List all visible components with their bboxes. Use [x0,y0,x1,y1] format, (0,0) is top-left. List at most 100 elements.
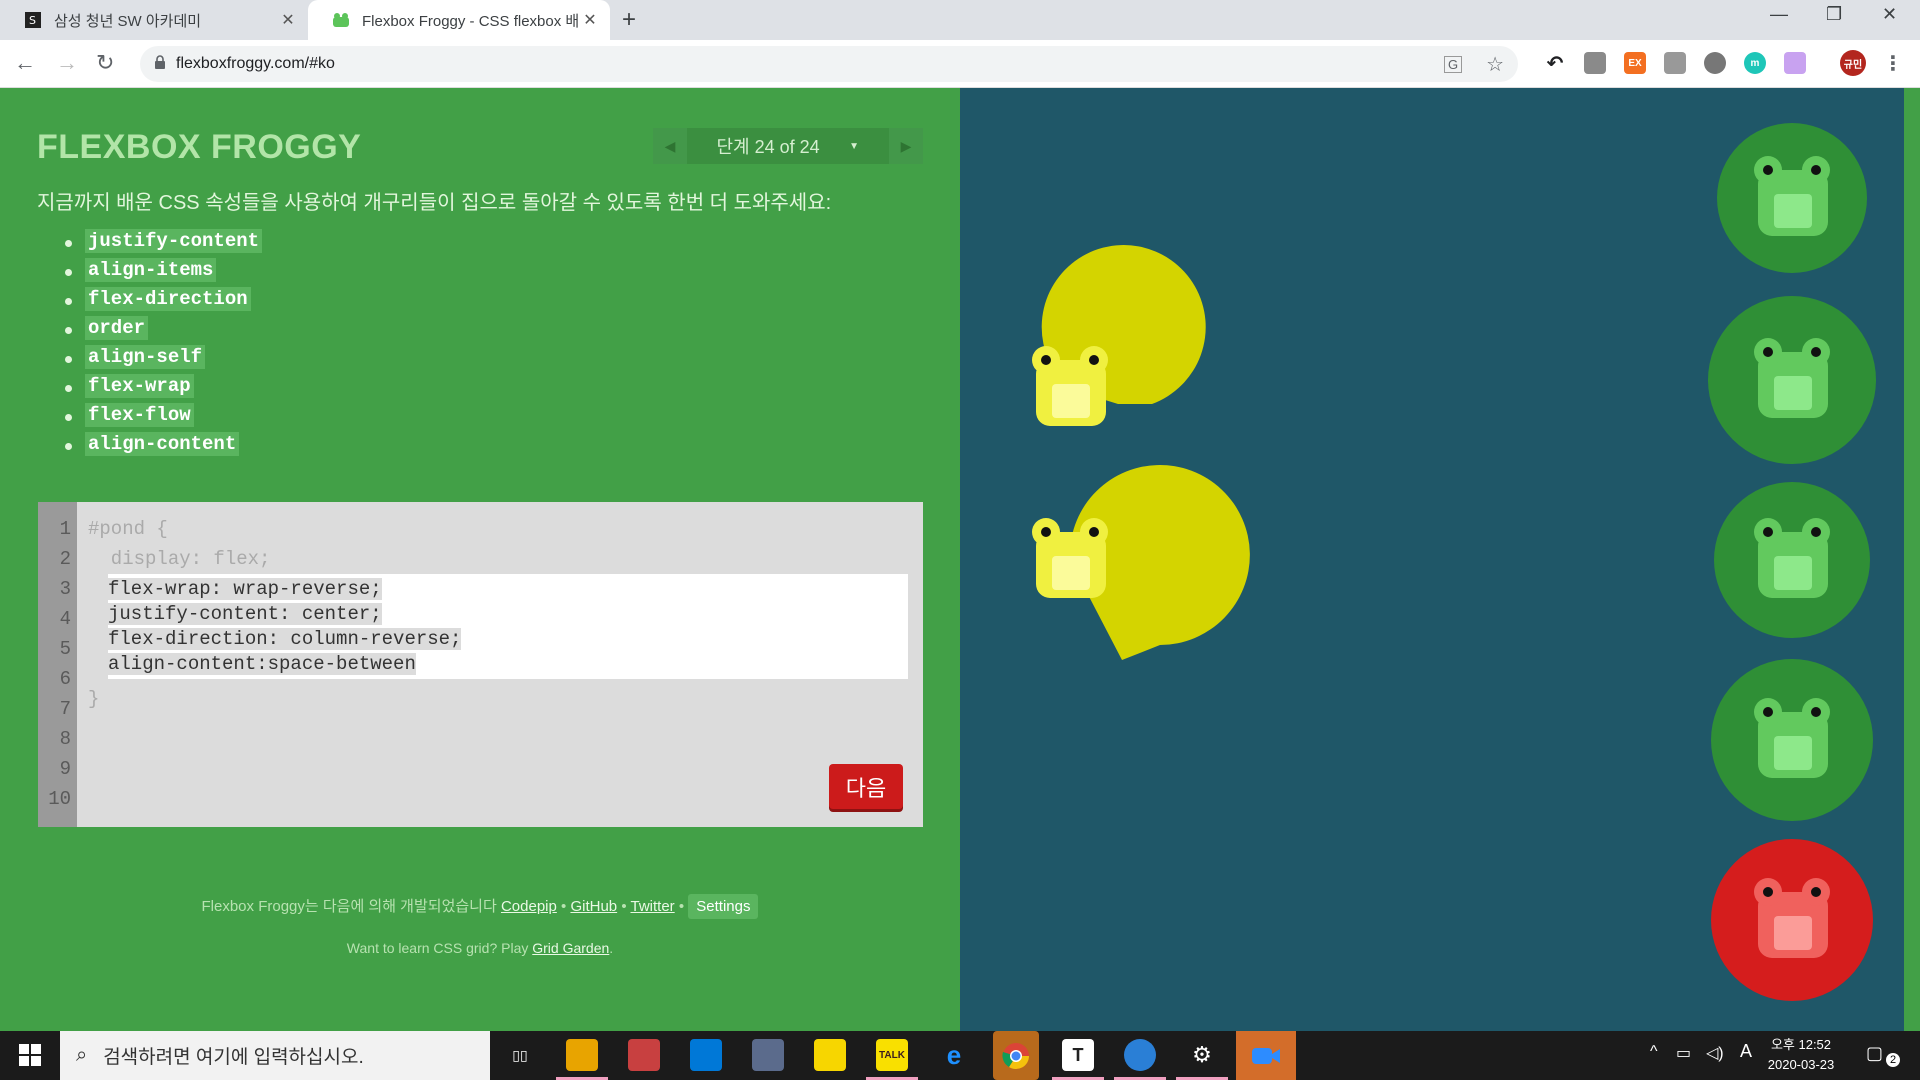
internet-explorer-icon[interactable]: e [938,1039,970,1071]
property-name[interactable]: flex-direction [85,287,251,311]
yellow-frog-icon [1032,518,1108,598]
property-name[interactable]: flex-flow [85,403,194,427]
next-level-icon[interactable]: ▶ [889,128,923,164]
camera-extension-icon[interactable] [1584,52,1606,74]
tray-expand-icon[interactable]: ^ [1650,1043,1658,1061]
system-clock[interactable]: 오후 12:52 2020-03-23 [1766,1035,1836,1075]
settings-button[interactable]: Settings [688,894,759,919]
windows-start-icon[interactable] [14,1039,46,1071]
separator: • [561,898,567,915]
translate-icon[interactable]: G [1443,55,1463,73]
next-button[interactable]: 다음 [829,764,903,809]
notification-icon[interactable]: ▢ [1866,1043,1883,1064]
samsung-favicon-icon: S [24,11,42,29]
user-code-line: flex-wrap: wrap-reverse; [108,578,382,600]
list-item: align-content [64,432,262,462]
svg-text:S: S [29,14,36,27]
separator: • [621,898,627,915]
zoom-icon[interactable] [1236,1031,1296,1080]
property-name[interactable]: order [85,316,149,340]
settings-gear-icon[interactable]: ⚙ [1186,1039,1218,1071]
restore-icon[interactable]: ❐ [1826,4,1842,25]
sticky-notes-icon[interactable] [814,1039,846,1071]
previous-level-icon[interactable]: ◀ [653,128,687,164]
list-item: align-self [64,345,262,375]
instructions: 지금까지 배운 CSS 속성들을 사용하여 개구리들이 집으로 돌아갈 수 있도… [37,192,832,214]
search-icon: ⌕ [76,1044,88,1066]
gear-extension-icon[interactable] [1704,52,1726,74]
tab-flexbox-froggy[interactable]: Flexbox Froggy - CSS flexbox 배우기 게임 ✕ [308,0,610,40]
bookmark-star-icon[interactable]: ☆ [1486,52,1504,77]
credits-prefix: Flexbox Froggy는 다음에 의해 개발되었습니다 [201,898,497,915]
property-name[interactable]: flex-wrap [85,374,194,398]
tab-title: 삼성 청년 SW 아카데미 [54,12,202,30]
taskbar-search[interactable]: ⌕ 검색하려면 여기에 입력하십시오. [60,1031,490,1080]
store-icon[interactable] [690,1039,722,1071]
menu-icon[interactable]: ⋮ [1882,52,1904,75]
app-icon[interactable] [628,1039,660,1071]
battery-icon[interactable]: ▭ [1676,1043,1691,1063]
url-text: flexboxfroggy.com/#ko [176,55,335,72]
minimize-icon[interactable]: — [1770,4,1788,25]
reload-icon[interactable]: ↻ [96,50,114,76]
line-number-gutter: 1 2 3 4 5 6 7 8 9 10 [38,502,77,827]
file-explorer-icon[interactable] [566,1039,598,1071]
twitter-link[interactable]: Twitter [630,898,674,915]
lock-icon [154,54,166,74]
pond-board [960,88,1904,1031]
github-link[interactable]: GitHub [570,898,617,915]
ex-extension-icon[interactable]: EX [1624,52,1646,74]
search-placeholder: 검색하려면 여기에 입력하십시오. [103,1047,364,1068]
grid-promo-period: . [609,940,614,956]
close-tab-icon[interactable]: ✕ [578,10,602,30]
game-logo: FLEXBOX FROGGY [37,128,362,166]
typora-icon[interactable]: T [1062,1039,1094,1071]
reply-extension-icon[interactable]: ↶ [1544,52,1566,75]
grid-garden-promo: Want to learn CSS grid? Play Grid Garden… [0,940,960,956]
task-view-icon[interactable]: ▯▯ [504,1039,536,1071]
list-item: align-items [64,258,262,288]
property-name[interactable]: align-content [85,432,240,456]
css-input-area[interactable]: flex-wrap: wrap-reverse; justify-content… [108,574,908,679]
close-window-icon[interactable]: ✕ [1882,4,1897,25]
back-icon[interactable]: ← [14,50,36,76]
address-bar[interactable]: flexboxfroggy.com/#ko G ☆ [140,46,1518,82]
property-name[interactable]: justify-content [85,229,263,253]
codepip-link[interactable]: Codepip [501,898,557,915]
property-name[interactable]: align-items [85,258,217,282]
game-panel: FLEXBOX FROGGY ◀ 단계 24 of 24 ▼ ▶ 지금까지 배운… [0,88,960,1031]
line-number: 10 [48,788,71,810]
list-item: justify-content [64,229,263,259]
grid-garden-link[interactable]: Grid Garden [532,940,609,956]
volume-icon[interactable]: ◁) [1706,1043,1724,1063]
tab-strip: S 삼성 청년 SW 아카데미 ✕ Flexbox Froggy - CSS f… [0,0,1920,40]
app-icon[interactable] [1124,1039,1156,1071]
property-name[interactable]: align-self [85,345,206,369]
code-line: display: flex; [88,548,271,570]
kakaotalk-icon[interactable]: TALK [876,1039,908,1071]
forward-icon[interactable]: → [56,50,78,76]
grid-promo-text: Want to learn CSS grid? Play [346,940,529,956]
level-dropdown[interactable]: 단계 24 of 24 [687,133,849,159]
list-item: flex-direction [64,287,262,317]
line-number: 7 [59,698,71,720]
line-number: 4 [59,608,71,630]
chrome-icon[interactable] [993,1031,1039,1080]
browser-toolbar: ← → ↻ flexboxfroggy.com/#ko G ☆ ↶ EX m 규… [0,40,1920,88]
windows-taskbar: ⌕ 검색하려면 여기에 입력하십시오. ▯▯ TALK e T ⚙ ^ ▭ ◁)… [0,1031,1920,1080]
profile-avatar[interactable]: 규민 [1840,50,1866,76]
window-extension-icon[interactable] [1664,52,1686,74]
line-number: 2 [59,548,71,570]
tab-samsung[interactable]: S 삼성 청년 SW 아카데미 ✕ [0,0,308,40]
instagram-extension-icon[interactable] [1784,52,1806,74]
new-tab-icon[interactable]: + [622,6,636,34]
ime-indicator[interactable]: A [1740,1041,1752,1062]
user-code-line: flex-direction: column-reverse; [108,628,462,650]
m-extension-icon[interactable]: m [1744,52,1766,74]
user-code-line: align-content:space-between [108,653,416,675]
paint-icon[interactable] [752,1039,784,1071]
user-code-line: justify-content: center; [108,603,382,625]
css-editor: 1 2 3 4 5 6 7 8 9 10 #pond { display: fl… [38,502,923,827]
credits: Flexbox Froggy는 다음에 의해 개발되었습니다 Codepip •… [0,894,960,919]
close-tab-icon[interactable]: ✕ [276,10,300,30]
